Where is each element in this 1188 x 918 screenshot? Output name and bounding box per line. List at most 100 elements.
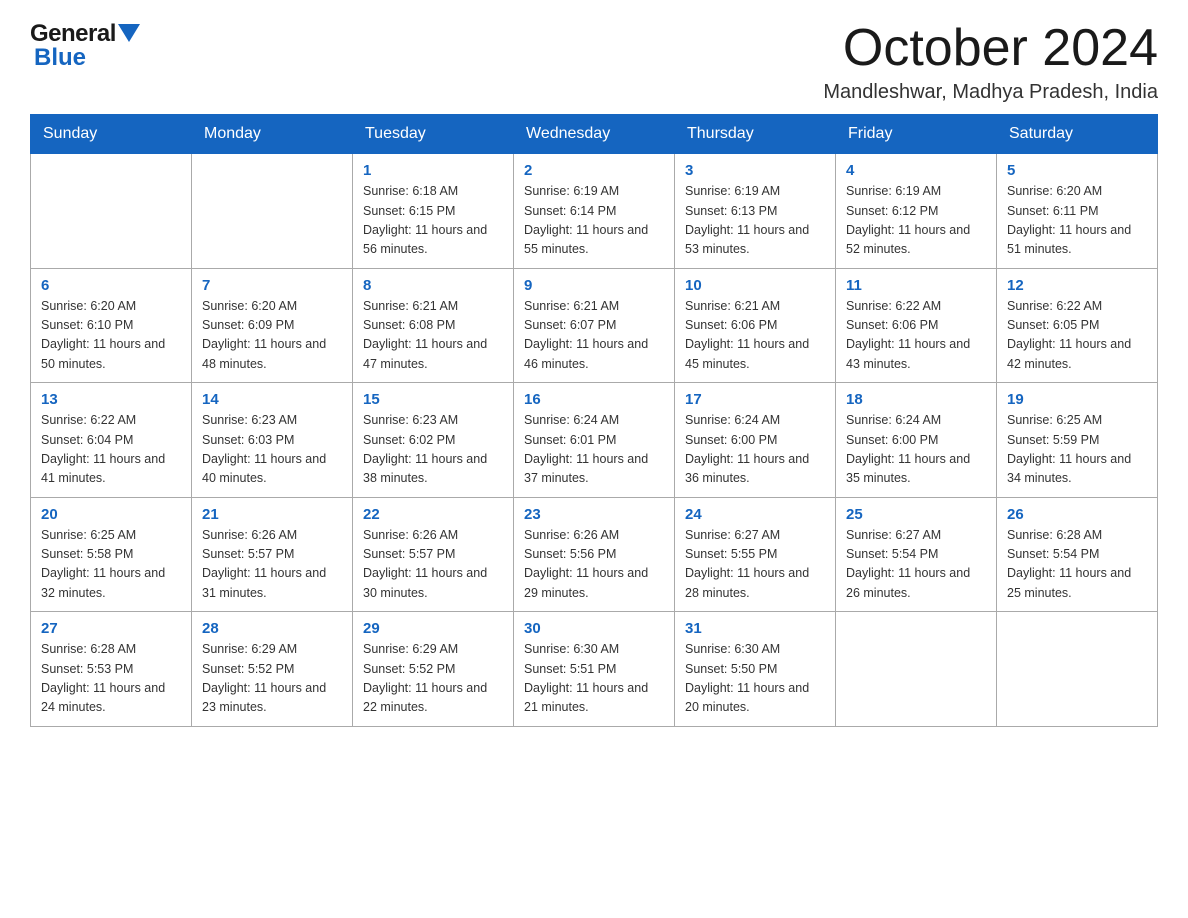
logo-triangle-icon (118, 24, 140, 46)
week-row-2: 6 Sunrise: 6:20 AM Sunset: 6:10 PM Daylig… (31, 268, 1158, 383)
week-row-4: 20Sunrise: 6:25 AM Sunset: 5:58 PM Dayli… (31, 497, 1158, 612)
day-info: Sunrise: 6:24 AM Sunset: 6:00 PM Dayligh… (685, 411, 825, 489)
day-number: 15 (363, 391, 503, 408)
day-info: Sunrise: 6:30 AM Sunset: 5:51 PM Dayligh… (524, 640, 664, 718)
day-info: Sunrise: 6:26 AM Sunset: 5:57 PM Dayligh… (202, 526, 342, 604)
calendar-cell: 20Sunrise: 6:25 AM Sunset: 5:58 PM Dayli… (31, 497, 192, 612)
calendar-cell: 7 Sunrise: 6:20 AM Sunset: 6:09 PM Daylig… (192, 268, 353, 383)
day-number: 5 (1007, 162, 1147, 179)
calendar-cell: 12 Sunrise: 6:22 AM Sunset: 6:05 PM Dayli… (997, 268, 1158, 383)
day-number: 20 (41, 506, 181, 523)
day-number: 27 (41, 620, 181, 637)
day-number: 16 (524, 391, 664, 408)
day-info: Sunrise: 6:20 AM Sunset: 6:10 PM Dayligh… (41, 297, 181, 375)
day-number: 6 (41, 277, 181, 294)
calendar-cell: 9Sunrise: 6:21 AM Sunset: 6:07 PM Daylig… (514, 268, 675, 383)
day-info: Sunrise: 6:23 AM Sunset: 6:03 PM Dayligh… (202, 411, 342, 489)
day-number: 22 (363, 506, 503, 523)
day-header-friday: Friday (836, 115, 997, 154)
calendar-cell: 14 Sunrise: 6:23 AM Sunset: 6:03 PM Dayli… (192, 383, 353, 498)
day-number: 13 (41, 391, 181, 408)
calendar-cell (31, 154, 192, 269)
day-number: 25 (846, 506, 986, 523)
day-number: 2 (524, 162, 664, 179)
calendar-cell: 16 Sunrise: 6:24 AM Sunset: 6:01 PM Dayli… (514, 383, 675, 498)
day-info: Sunrise: 6:22 AM Sunset: 6:05 PM Dayligh… (1007, 297, 1147, 375)
day-number: 11 (846, 277, 986, 294)
calendar-cell: 30Sunrise: 6:30 AM Sunset: 5:51 PM Dayli… (514, 612, 675, 727)
calendar-cell: 31Sunrise: 6:30 AM Sunset: 5:50 PM Dayli… (675, 612, 836, 727)
calendar-cell (997, 612, 1158, 727)
day-number: 14 (202, 391, 342, 408)
day-info: Sunrise: 6:21 AM Sunset: 6:06 PM Dayligh… (685, 297, 825, 375)
day-number: 19 (1007, 391, 1147, 408)
calendar-cell: 21 Sunrise: 6:26 AM Sunset: 5:57 PM Dayli… (192, 497, 353, 612)
calendar-cell: 1 Sunrise: 6:18 AM Sunset: 6:15 PM Daylig… (353, 154, 514, 269)
day-header-saturday: Saturday (997, 115, 1158, 154)
day-number: 10 (685, 277, 825, 294)
calendar-cell: 15 Sunrise: 6:23 AM Sunset: 6:02 PM Dayli… (353, 383, 514, 498)
month-title: October 2024 (823, 20, 1158, 77)
calendar-cell: 5 Sunrise: 6:20 AM Sunset: 6:11 PM Daylig… (997, 154, 1158, 269)
calendar-cell: 25 Sunrise: 6:27 AM Sunset: 5:54 PM Dayli… (836, 497, 997, 612)
day-info: Sunrise: 6:19 AM Sunset: 6:13 PM Dayligh… (685, 182, 825, 260)
calendar-cell: 23 Sunrise: 6:26 AM Sunset: 5:56 PM Dayli… (514, 497, 675, 612)
calendar-cell: 4Sunrise: 6:19 AM Sunset: 6:12 PM Daylig… (836, 154, 997, 269)
day-info: Sunrise: 6:27 AM Sunset: 5:55 PM Dayligh… (685, 526, 825, 604)
day-number: 17 (685, 391, 825, 408)
day-info: Sunrise: 6:23 AM Sunset: 6:02 PM Dayligh… (363, 411, 503, 489)
day-info: Sunrise: 6:26 AM Sunset: 5:57 PM Dayligh… (363, 526, 503, 604)
day-info: Sunrise: 6:29 AM Sunset: 5:52 PM Dayligh… (363, 640, 503, 718)
calendar-cell: 8 Sunrise: 6:21 AM Sunset: 6:08 PM Daylig… (353, 268, 514, 383)
day-info: Sunrise: 6:26 AM Sunset: 5:56 PM Dayligh… (524, 526, 664, 604)
day-header-wednesday: Wednesday (514, 115, 675, 154)
day-info: Sunrise: 6:24 AM Sunset: 6:00 PM Dayligh… (846, 411, 986, 489)
calendar-cell: 27Sunrise: 6:28 AM Sunset: 5:53 PM Dayli… (31, 612, 192, 727)
calendar-cell: 28 Sunrise: 6:29 AM Sunset: 5:52 PM Dayli… (192, 612, 353, 727)
calendar-cell: 6 Sunrise: 6:20 AM Sunset: 6:10 PM Daylig… (31, 268, 192, 383)
week-row-1: 1 Sunrise: 6:18 AM Sunset: 6:15 PM Daylig… (31, 154, 1158, 269)
calendar-cell (836, 612, 997, 727)
day-info: Sunrise: 6:27 AM Sunset: 5:54 PM Dayligh… (846, 526, 986, 604)
location: Mandleshwar, Madhya Pradesh, India (823, 81, 1158, 104)
day-number: 21 (202, 506, 342, 523)
day-info: Sunrise: 6:20 AM Sunset: 6:11 PM Dayligh… (1007, 182, 1147, 260)
day-number: 24 (685, 506, 825, 523)
calendar-table: SundayMondayTuesdayWednesdayThursdayFrid… (30, 114, 1158, 727)
day-info: Sunrise: 6:24 AM Sunset: 6:01 PM Dayligh… (524, 411, 664, 489)
day-header-row: SundayMondayTuesdayWednesdayThursdayFrid… (31, 115, 1158, 154)
calendar-cell: 11 Sunrise: 6:22 AM Sunset: 6:06 PM Dayli… (836, 268, 997, 383)
week-row-3: 13 Sunrise: 6:22 AM Sunset: 6:04 PM Dayli… (31, 383, 1158, 498)
day-info: Sunrise: 6:22 AM Sunset: 6:04 PM Dayligh… (41, 411, 181, 489)
day-number: 12 (1007, 277, 1147, 294)
day-number: 8 (363, 277, 503, 294)
calendar-cell: 26 Sunrise: 6:28 AM Sunset: 5:54 PM Dayli… (997, 497, 1158, 612)
calendar-cell: 19 Sunrise: 6:25 AM Sunset: 5:59 PM Dayli… (997, 383, 1158, 498)
calendar-cell (192, 154, 353, 269)
page-header: General Blue October 2024 Mandleshwar, M… (30, 20, 1158, 104)
day-info: Sunrise: 6:29 AM Sunset: 5:52 PM Dayligh… (202, 640, 342, 718)
day-number: 29 (363, 620, 503, 637)
day-header-thursday: Thursday (675, 115, 836, 154)
day-info: Sunrise: 6:28 AM Sunset: 5:54 PM Dayligh… (1007, 526, 1147, 604)
day-number: 23 (524, 506, 664, 523)
day-info: Sunrise: 6:21 AM Sunset: 6:07 PM Dayligh… (524, 297, 664, 375)
day-info: Sunrise: 6:30 AM Sunset: 5:50 PM Dayligh… (685, 640, 825, 718)
day-number: 7 (202, 277, 342, 294)
day-number: 28 (202, 620, 342, 637)
day-info: Sunrise: 6:25 AM Sunset: 5:59 PM Dayligh… (1007, 411, 1147, 489)
day-info: Sunrise: 6:21 AM Sunset: 6:08 PM Dayligh… (363, 297, 503, 375)
day-info: Sunrise: 6:20 AM Sunset: 6:09 PM Dayligh… (202, 297, 342, 375)
day-info: Sunrise: 6:18 AM Sunset: 6:15 PM Dayligh… (363, 182, 503, 260)
logo-blue-text: Blue (34, 44, 86, 72)
day-number: 4 (846, 162, 986, 179)
calendar-cell: 22 Sunrise: 6:26 AM Sunset: 5:57 PM Dayli… (353, 497, 514, 612)
day-number: 26 (1007, 506, 1147, 523)
week-row-5: 27Sunrise: 6:28 AM Sunset: 5:53 PM Dayli… (31, 612, 1158, 727)
calendar-cell: 24 Sunrise: 6:27 AM Sunset: 5:55 PM Dayli… (675, 497, 836, 612)
day-info: Sunrise: 6:22 AM Sunset: 6:06 PM Dayligh… (846, 297, 986, 375)
day-header-sunday: Sunday (31, 115, 192, 154)
day-info: Sunrise: 6:19 AM Sunset: 6:14 PM Dayligh… (524, 182, 664, 260)
calendar-cell: 29 Sunrise: 6:29 AM Sunset: 5:52 PM Dayli… (353, 612, 514, 727)
day-number: 1 (363, 162, 503, 179)
